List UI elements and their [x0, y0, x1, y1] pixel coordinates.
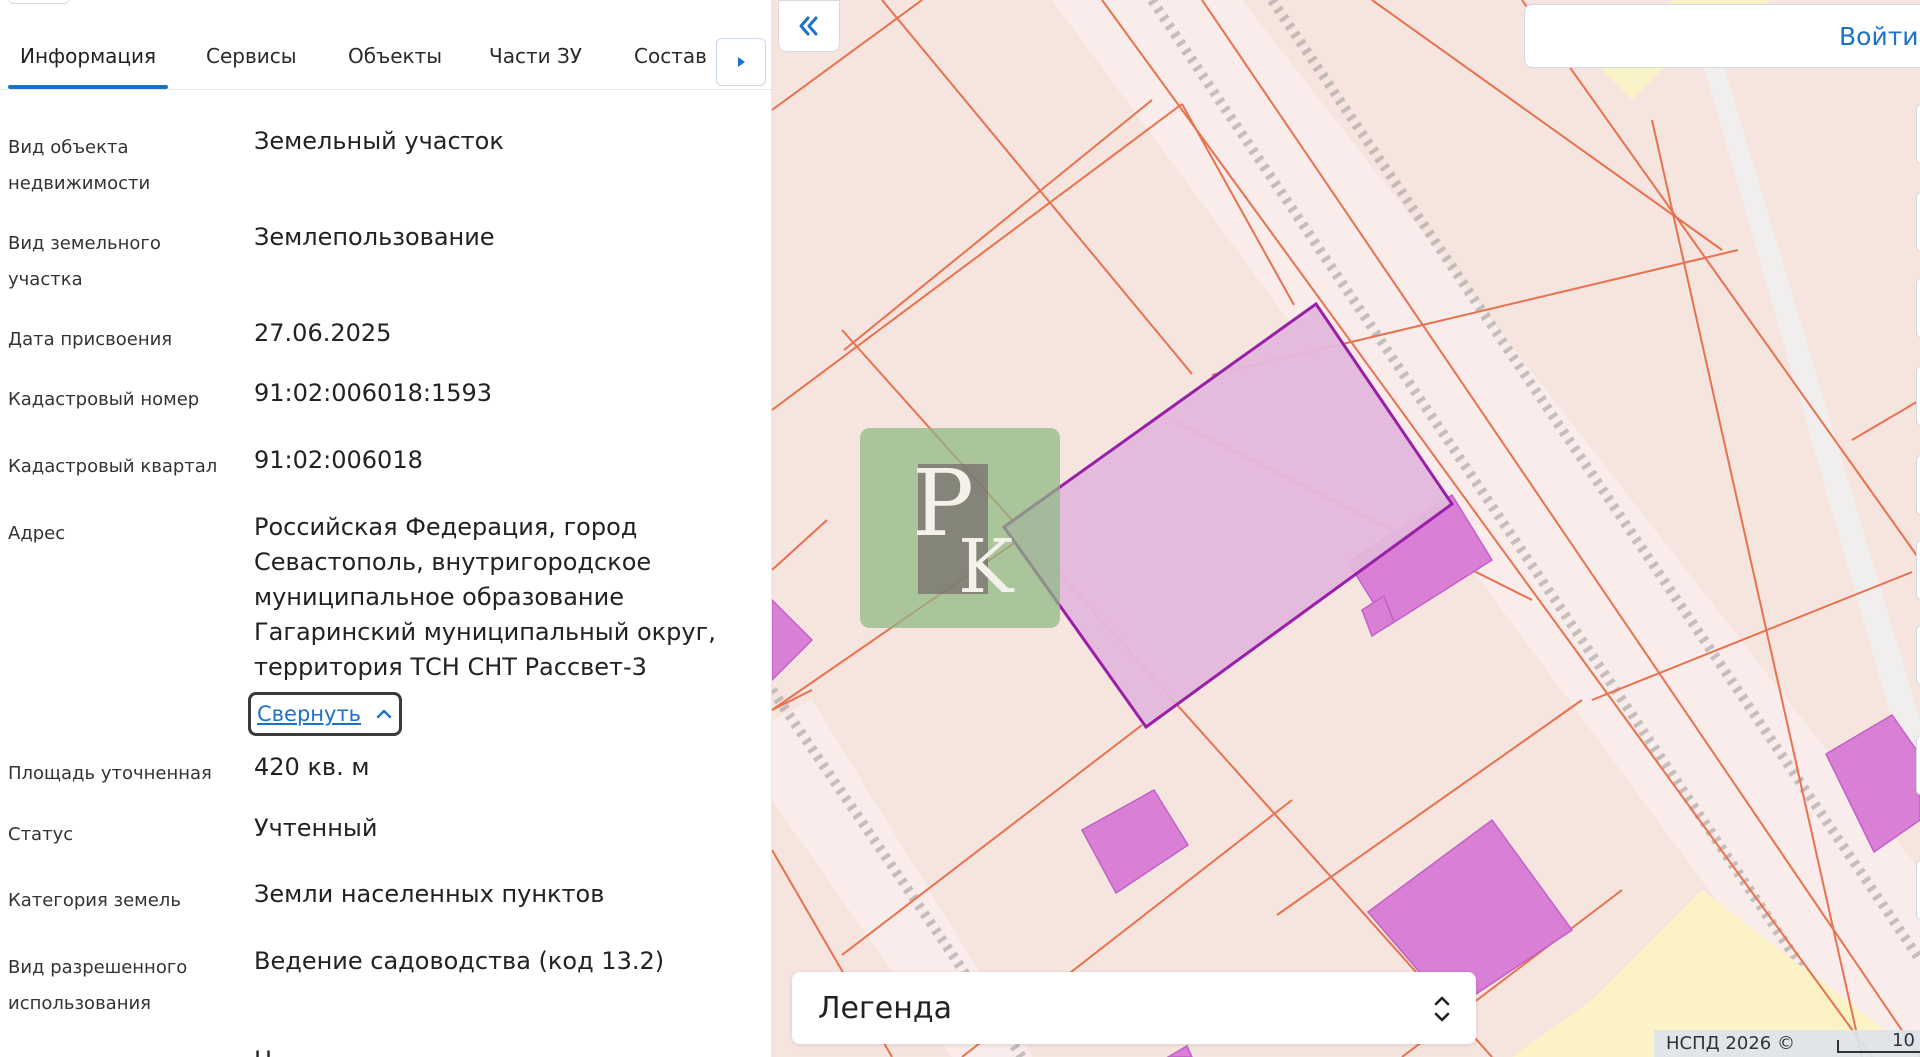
field-label: Кадастровый номер [8, 389, 200, 410]
field-label: Площадь уточненная [8, 763, 212, 784]
map-view[interactable]: P K Войти Легенда НСПД 2026 © 10 м [772, 0, 1920, 1057]
map-control[interactable] [1916, 455, 1920, 515]
field-value: Учтенный [254, 814, 378, 842]
active-tab-indicator [8, 85, 168, 89]
scale-label: 10 м [1892, 1030, 1920, 1051]
map-control[interactable] [1916, 625, 1920, 685]
field-value: 420 кв. м [254, 753, 370, 781]
tab-composition[interactable]: Состав [634, 44, 707, 86]
next-field-value-partial: Н [254, 1046, 272, 1057]
tab-objects[interactable]: Объекты [348, 44, 442, 86]
field-label: Статус [8, 824, 74, 845]
chevron-right-icon [738, 57, 745, 67]
collapse-panel-button[interactable] [778, 0, 840, 52]
map-control[interactable] [1916, 540, 1920, 600]
info-panel: Информация Сервисы Объекты Части ЗУ Сост… [0, 0, 772, 1057]
login-label: Войти [1839, 21, 1919, 51]
panel-top-handle[interactable] [8, 0, 70, 4]
legend-toggle[interactable]: Легенда [792, 972, 1476, 1044]
chevron-up-down-icon [1434, 996, 1450, 1022]
field-label: Дата присвоения [8, 329, 173, 350]
logo-letter-k: K [958, 524, 1014, 610]
field-value: Российская Федерация, город Севастополь,… [254, 513, 716, 681]
tab-services[interactable]: Сервисы [206, 44, 297, 86]
field-label: Адрес [8, 523, 66, 544]
field-label: Вид объекта недвижимости [8, 137, 151, 194]
map-control[interactable] [1916, 192, 1920, 252]
map-control[interactable] [1916, 278, 1920, 338]
map-control[interactable] [1916, 735, 1920, 795]
field-label: Категория земель [8, 890, 181, 911]
tab-bar: Информация Сервисы Объекты Части ЗУ Сост… [0, 30, 771, 90]
field-value: Землепользование [254, 223, 495, 251]
field-value: Ведение садоводства (код 13.2) [254, 947, 665, 975]
field-value: 91:02:006018 [254, 446, 423, 474]
tabs-next-button[interactable] [716, 38, 766, 86]
copyright-text: НСПД 2026 © [1666, 1033, 1795, 1054]
map-control[interactable] [1916, 104, 1920, 164]
collapse-label: Свернуть [257, 702, 362, 726]
collapse-address-button[interactable]: Свернуть [248, 692, 402, 736]
field-value: Земли населенных пунктов [254, 880, 605, 908]
field-label: Кадастровый квартал [8, 456, 218, 477]
double-chevron-left-icon [799, 16, 818, 36]
map-control[interactable] [1916, 366, 1920, 426]
tab-information[interactable]: Информация [20, 44, 156, 86]
field-label: Вид земельного участка [8, 233, 161, 290]
tab-parts[interactable]: Части ЗУ [489, 44, 582, 86]
field-value: 27.06.2025 [254, 319, 392, 347]
legend-label: Легенда [818, 990, 952, 1026]
chevron-up-icon [376, 709, 392, 719]
field-value: Земельный участок [254, 127, 504, 155]
field-value: 91:02:006018:1593 [254, 379, 493, 407]
field-label: Вид разрешенного использования [8, 957, 188, 1014]
login-button[interactable]: Войти [1524, 4, 1920, 68]
map-control[interactable] [1916, 860, 1920, 920]
watermark-logo: P K [860, 428, 1060, 628]
